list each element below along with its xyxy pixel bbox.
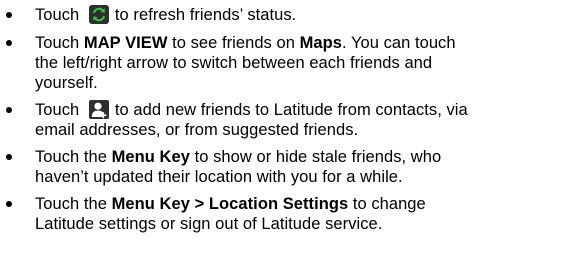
item-2-line-3: yourself. [35,74,98,92]
item-5-text-2: to change [348,195,426,213]
menu-key-label: Menu Key [111,148,190,166]
list-item-location-settings: Touch the Menu Key > Location Settings t… [0,194,562,234]
map-view-label: MAP VIEW [83,34,168,52]
maps-label: Maps [299,34,342,52]
item-5-text-1: Touch the [35,195,112,213]
item-2-line-2: the left/right arrow to switch between e… [35,54,433,72]
location-settings-label: Menu Key > Location Settings [111,195,349,213]
item-4-text-2: to show or hide stale friends, who [189,148,442,166]
instruction-list: Touch to refresh friends’ status. Touch … [0,5,562,234]
item-5-line-2: Latitude settings or sign out of Latitud… [35,215,383,233]
add-friend-icon [88,100,109,119]
item-4-text-1: Touch the [35,148,112,166]
item-2-text-2: to see friends on [167,34,300,52]
bullet [6,40,12,46]
bullet [6,107,12,113]
bullet [6,12,12,18]
item-2-text-3: . You can touch [341,34,456,52]
item-3-line-2: email addresses, or from suggested frien… [35,121,359,139]
bullet [6,154,12,160]
cropped-top-edge [0,0,562,3]
item-3-suffix: to add new friends to Latitude from cont… [114,101,468,119]
list-item-add-friend: Touch to add new friends to Latitude fro… [0,100,562,140]
list-item-map-view: Touch MAP VIEW to see friends on Maps. Y… [0,33,562,93]
item-1-suffix: to refresh friends’ status. [114,6,297,24]
list-item-refresh: Touch to refresh friends’ status. [0,5,562,25]
item-3-prefix: Touch [35,101,80,119]
refresh-icon [88,5,109,24]
item-2-text-1: Touch [35,34,84,52]
bullet [6,201,12,207]
item-4-line-2: haven’t updated their location with you … [35,168,403,186]
item-1-prefix: Touch [35,6,80,24]
list-item-stale-friends: Touch the Menu Key to show or hide stale… [0,147,562,187]
